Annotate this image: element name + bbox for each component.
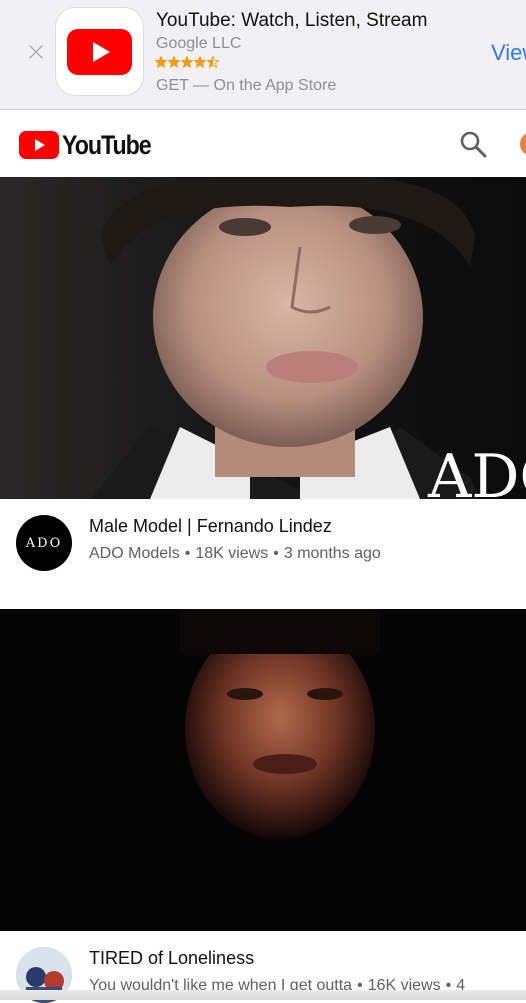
- app-name: YouTube: Watch, Listen, Stream: [156, 10, 428, 31]
- rating-stars: [155, 56, 219, 72]
- separator-dot: •: [273, 545, 279, 562]
- video-metadata[interactable]: ADO Male Model | Fernando Lindez ADO Mod…: [0, 499, 526, 609]
- youtube-logo-icon: [19, 131, 59, 159]
- search-icon[interactable]: [458, 129, 488, 159]
- youtube-logo[interactable]: YouTube: [19, 129, 165, 160]
- close-icon[interactable]: ×: [24, 38, 48, 66]
- thumbnail-overlay-text: ADO: [427, 442, 526, 499]
- get-app-text: GET — On the App Store: [156, 77, 337, 94]
- star-icon: [168, 56, 180, 68]
- video-title[interactable]: TIRED of Loneliness: [89, 948, 254, 969]
- separator-dot: •: [184, 545, 191, 562]
- app-developer: Google LLC: [156, 35, 242, 52]
- view-count: 18K views: [195, 545, 269, 562]
- star-icon: [181, 56, 193, 68]
- channel-avatar-text: ADO: [25, 535, 63, 551]
- video-thumbnail[interactable]: [0, 609, 526, 931]
- thumbnail-image: ADO: [0, 177, 526, 499]
- star-icon: [155, 56, 167, 68]
- channel-avatar[interactable]: ADO: [16, 515, 72, 571]
- play-icon: [67, 29, 132, 75]
- star-icon: [194, 56, 206, 68]
- account-avatar[interactable]: [520, 132, 526, 156]
- view-app-button[interactable]: View: [491, 40, 526, 66]
- youtube-app-icon[interactable]: [55, 7, 144, 96]
- bottom-bar-edge: [0, 990, 526, 1000]
- youtube-header: YouTube: [0, 111, 526, 177]
- channel-name[interactable]: ADO Models: [89, 545, 180, 562]
- thumbnail-image: [0, 609, 526, 931]
- youtube-logo-text: YouTube: [62, 129, 152, 160]
- video-thumbnail[interactable]: ADO: [0, 177, 526, 499]
- video-subtitle: ADO Models • 18K views • 3 months ago: [89, 545, 381, 563]
- star-icon: [207, 56, 219, 68]
- video-title[interactable]: Male Model | Fernando Lindez: [89, 516, 332, 537]
- app-store-banner: × YouTube: Watch, Listen, Stream Google …: [0, 0, 526, 110]
- upload-age: 3 months ago: [283, 545, 381, 562]
